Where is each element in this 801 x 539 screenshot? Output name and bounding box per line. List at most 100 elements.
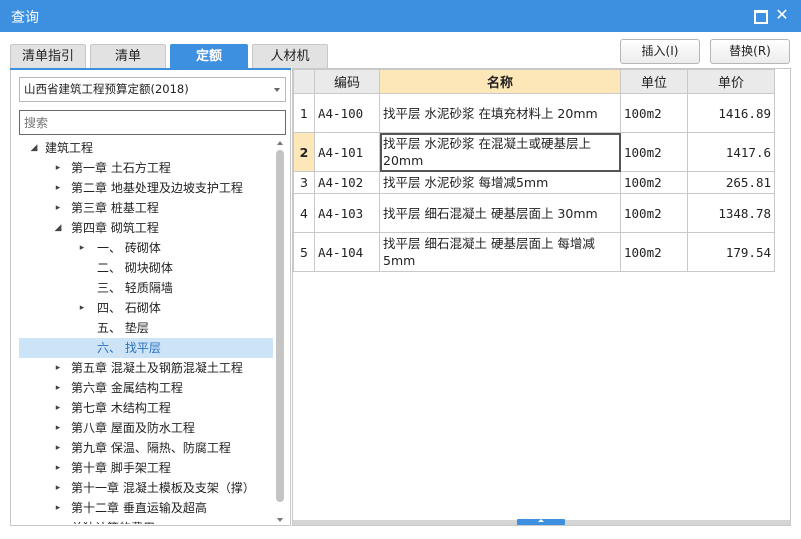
tree-item[interactable]: ▸ 第十二章 垂直运输及超高 — [19, 498, 273, 518]
expand-icon[interactable]: ▸ — [53, 198, 63, 218]
cell-name[interactable]: 找平层 水泥砂浆 在混凝土或硬基层上 20mm — [379, 132, 621, 172]
cell-unit[interactable]: 100m2 — [620, 132, 688, 172]
table-header-row: 编码 名称 单位 单价 — [293, 69, 775, 94]
table-row[interactable]: 1 A4-100 找平层 水泥砂浆 在填充材料上 20mm 100m2 1416… — [293, 93, 775, 133]
cell-unit[interactable]: 100m2 — [620, 193, 688, 233]
search-input[interactable] — [19, 110, 286, 135]
tree-item[interactable]: ▸ 第二章 地基处理及边坡支护工程 — [19, 178, 273, 198]
row-number: 2 — [293, 132, 315, 172]
cell-price[interactable]: 265.81 — [687, 171, 775, 194]
tree-scrollbar[interactable] — [275, 138, 285, 524]
tree-item[interactable]: ▸ 一、 砖砌体 — [19, 238, 273, 258]
collapse-icon[interactable]: ◢ — [29, 138, 39, 158]
tree-item[interactable]: ▸ 第七章 木结构工程 — [19, 398, 273, 418]
tree-item[interactable]: ◢ 第四章 砌筑工程 — [19, 218, 273, 238]
cell-name[interactable]: 找平层 水泥砂浆 在填充材料上 20mm — [379, 93, 621, 133]
cell-unit[interactable]: 100m2 — [620, 171, 688, 194]
tab-quota[interactable]: 定额 — [170, 44, 248, 68]
table-row[interactable]: 3 A4-102 找平层 水泥砂浆 每增减5mm 100m2 265.81 — [293, 171, 775, 194]
tree-item[interactable]: ▸ 第九章 保温、隔热、防腐工程 — [19, 438, 273, 458]
expand-icon[interactable]: ▸ — [53, 478, 63, 498]
tree-item[interactable]: 二、 砌块砌体 — [19, 258, 273, 278]
splitter-handle[interactable] — [517, 519, 565, 525]
cell-price[interactable]: 1417.6 — [687, 132, 775, 172]
tree-item-label: 六、 找平层 — [97, 341, 161, 355]
scroll-up-icon[interactable] — [277, 141, 283, 145]
tree-item-label: 四、 石砌体 — [97, 301, 161, 315]
tree-item-label: 三、 轻质隔墙 — [97, 281, 173, 295]
row-number: 5 — [293, 232, 315, 272]
tree-item[interactable]: ◢ 建筑工程 — [19, 138, 273, 158]
cell-unit[interactable]: 100m2 — [620, 93, 688, 133]
expand-icon[interactable]: ▸ — [53, 438, 63, 458]
scrollbar-thumb[interactable] — [276, 150, 284, 502]
cell-price[interactable]: 1416.89 — [687, 93, 775, 133]
restore-icon[interactable] — [752, 8, 768, 24]
expand-icon[interactable]: ▸ — [53, 378, 63, 398]
title-bar: 查询 ✕ — [0, 0, 801, 32]
expand-icon[interactable]: ▸ — [53, 458, 63, 478]
tree-item-label: 第十一章 混凝土模板及支架（撑） — [71, 481, 255, 495]
tree-item[interactable]: ▸ 四、 石砌体 — [19, 298, 273, 318]
expand-icon[interactable]: ▸ — [77, 298, 87, 318]
expand-icon[interactable]: ▸ — [53, 418, 63, 438]
tab-list[interactable]: 清单 — [90, 44, 166, 68]
tree-item-label: 第七章 木结构工程 — [71, 401, 171, 415]
cell-price[interactable]: 1348.78 — [687, 193, 775, 233]
tree-item-label: 第九章 保温、隔热、防腐工程 — [71, 441, 231, 455]
table-row[interactable]: 4 A4-103 找平层 细石混凝土 硬基层面上 30mm 100m2 1348… — [293, 193, 775, 233]
cell-code[interactable]: A4-103 — [314, 193, 380, 233]
tree-item-label: 第六章 金属结构工程 — [71, 381, 183, 395]
cell-name[interactable]: 找平层 细石混凝土 硬基层面上 每增减5mm — [379, 232, 621, 272]
replace-button[interactable]: 替换(R) — [710, 39, 790, 64]
header-unit[interactable]: 单位 — [620, 69, 688, 94]
cell-code[interactable]: A4-100 — [314, 93, 380, 133]
tree-item-label: 第三章 桩基工程 — [71, 201, 159, 215]
scroll-down-icon[interactable] — [277, 518, 283, 522]
dialog-body: 清单指引 清单 定额 人材机 插入(I) 替换(R) 山西省建筑工程预算定额(2… — [0, 32, 801, 539]
cell-code[interactable]: A4-101 — [314, 132, 380, 172]
cell-unit[interactable]: 100m2 — [620, 232, 688, 272]
tab-list-guide[interactable]: 清单指引 — [10, 44, 86, 68]
tree-item[interactable]: 三、 轻质隔墙 — [19, 278, 273, 298]
collapse-icon[interactable]: ◢ — [53, 218, 63, 238]
expand-icon[interactable]: ▸ — [53, 178, 63, 198]
expand-icon[interactable]: ▸ — [77, 238, 87, 258]
expand-icon[interactable]: ▸ — [53, 158, 63, 178]
splitter-bar[interactable] — [293, 519, 790, 525]
cell-name[interactable]: 找平层 细石混凝土 硬基层面上 30mm — [379, 193, 621, 233]
tree-item-label: 第八章 屋面及防水工程 — [71, 421, 195, 435]
cell-name[interactable]: 找平层 水泥砂浆 每增减5mm — [379, 171, 621, 194]
left-panel: 山西省建筑工程预算定额(2018) ◢ 建筑工程 ▸ 第一章 土石方工程 ▸ 第二章 地基… — [10, 70, 291, 526]
insert-button[interactable]: 插入(I) — [620, 39, 700, 64]
tab-labor-material-machine[interactable]: 人材机 — [252, 44, 328, 68]
header-code[interactable]: 编码 — [314, 69, 380, 94]
quota-library-select[interactable]: 山西省建筑工程预算定额(2018) — [19, 77, 286, 102]
tree-item-label: 单独计算的费用 — [71, 518, 155, 524]
expand-icon[interactable]: ▸ — [53, 498, 63, 518]
tree-item[interactable]: 单独计算的费用 — [19, 518, 273, 524]
quota-grid-panel: 编码 名称 单位 单价 1 A4-100 找平层 水泥砂浆 在填充材料上 20m… — [292, 68, 791, 526]
tree-item-label: 一、 砖砌体 — [97, 241, 161, 255]
tree-item[interactable]: ▸ 第六章 金属结构工程 — [19, 378, 273, 398]
tree-item[interactable]: ▸ 第五章 混凝土及钢筋混凝土工程 — [19, 358, 273, 378]
close-icon[interactable]: ✕ — [775, 7, 789, 23]
tree-item[interactable]: ▸ 第一章 土石方工程 — [19, 158, 273, 178]
cell-code[interactable]: A4-102 — [314, 171, 380, 194]
cell-code[interactable]: A4-104 — [314, 232, 380, 272]
tree-item[interactable]: ▸ 第三章 桩基工程 — [19, 198, 273, 218]
table-row[interactable]: 5 A4-104 找平层 细石混凝土 硬基层面上 每增减5mm 100m2 17… — [293, 232, 775, 272]
tree-item[interactable]: ▸ 第十一章 混凝土模板及支架（撑） — [19, 478, 273, 498]
tree-item[interactable]: ▸ 第八章 屋面及防水工程 — [19, 418, 273, 438]
table-row[interactable]: 2 A4-101 找平层 水泥砂浆 在混凝土或硬基层上 20mm 100m2 1… — [293, 132, 775, 172]
header-name[interactable]: 名称 — [379, 69, 621, 94]
chapter-tree: ◢ 建筑工程 ▸ 第一章 土石方工程 ▸ 第二章 地基处理及边坡支护工程 ▸ 第三章 桩基工程… — [19, 138, 273, 524]
expand-icon[interactable]: ▸ — [53, 398, 63, 418]
tree-item[interactable]: 五、 垫层 — [19, 318, 273, 338]
tree-item[interactable]: 六、 找平层 — [19, 338, 273, 358]
expand-icon[interactable]: ▸ — [53, 358, 63, 378]
header-price[interactable]: 单价 — [687, 69, 775, 94]
tree-item[interactable]: ▸ 第十章 脚手架工程 — [19, 458, 273, 478]
cell-price[interactable]: 179.54 — [687, 232, 775, 272]
